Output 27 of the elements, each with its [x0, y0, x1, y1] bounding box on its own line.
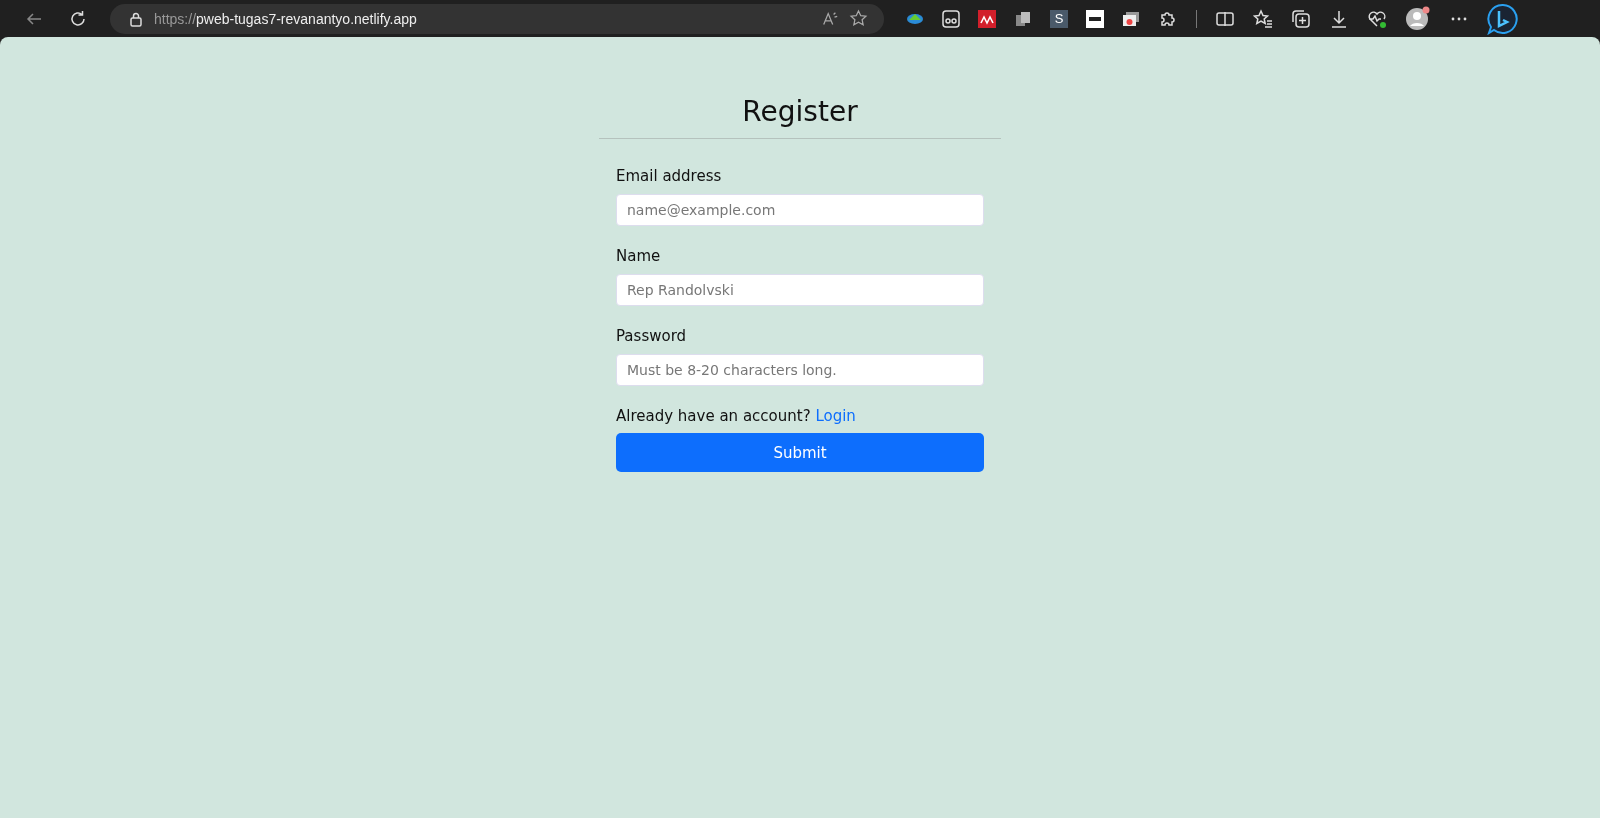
- submit-button[interactable]: Submit: [616, 433, 984, 472]
- login-prompt: Already have an account? Login: [616, 407, 857, 425]
- field-label: Email address: [616, 167, 723, 185]
- reader-icon[interactable]: [942, 9, 960, 28]
- lock-icon[interactable]: [128, 10, 144, 27]
- window-icon[interactable]: [1122, 9, 1140, 28]
- refresh-icon[interactable]: [68, 8, 88, 29]
- avatar-icon[interactable]: [1405, 5, 1431, 32]
- stack-icon[interactable]: [1014, 9, 1032, 28]
- input-field[interactable]: Must be 8-20 characters long.: [616, 354, 984, 386]
- download-icon[interactable]: [1329, 8, 1349, 29]
- favorites-icon[interactable]: [1253, 8, 1273, 29]
- collections-icon[interactable]: [1291, 8, 1311, 29]
- form-title: Register: [741, 95, 859, 130]
- input-field[interactable]: name@example.com: [616, 194, 984, 226]
- extension-icon[interactable]: S: [1050, 9, 1068, 28]
- login-link[interactable]: Login: [815, 407, 856, 425]
- chat-icon[interactable]: [1487, 2, 1519, 35]
- extension-icon[interactable]: [1086, 9, 1104, 28]
- extension-icon[interactable]: [978, 9, 996, 28]
- heart-pulse-icon[interactable]: [1367, 8, 1387, 29]
- address-bar[interactable]: https://pweb-tugas7-revanantyo.netlify.app: [110, 3, 884, 34]
- field-label: Password: [616, 327, 688, 345]
- star-icon[interactable]: [849, 9, 868, 28]
- input-field[interactable]: Rep Randolvski: [616, 274, 984, 306]
- field-label: Name: [616, 247, 662, 265]
- url-text: https://pweb-tugas7-revanantyo.netlify.app: [154, 10, 417, 27]
